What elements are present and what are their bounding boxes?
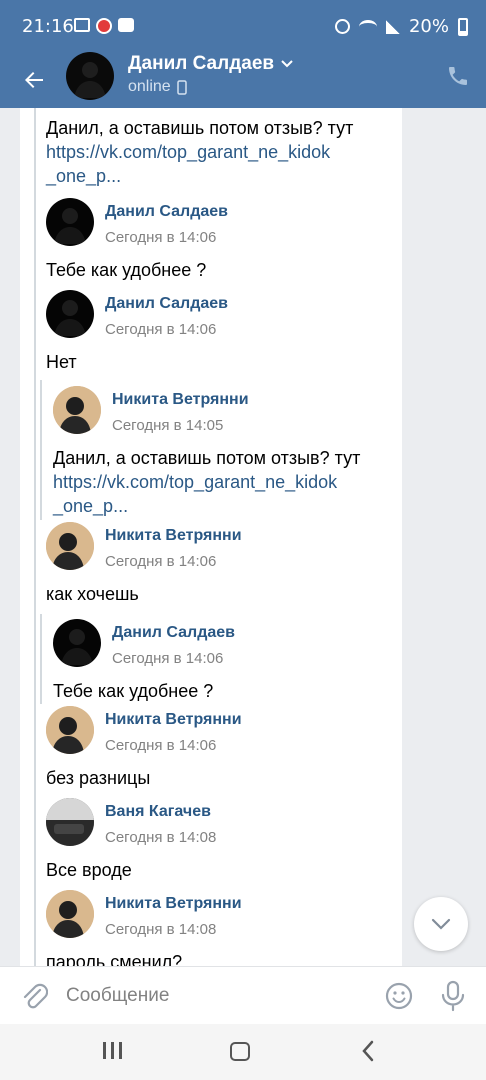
recent-apps-button[interactable] bbox=[103, 1042, 122, 1059]
message-composer bbox=[0, 966, 486, 1024]
contact-name: Данил Салдаев bbox=[128, 53, 275, 74]
message-link[interactable]: https://vk.com/top_garant_ne_kidok bbox=[46, 140, 386, 164]
message-author[interactable]: Ваня Кагачев bbox=[105, 803, 216, 821]
emoji-button[interactable] bbox=[384, 981, 414, 1016]
scroll-down-button[interactable] bbox=[414, 897, 468, 951]
contact-name-button[interactable]: Данил Салдаев bbox=[128, 53, 294, 75]
message-header: Никита Ветрянни Сегодня в 14:06 bbox=[46, 522, 242, 570]
message-header: Никита Ветрянни Сегодня в 14:08 bbox=[46, 890, 242, 938]
message-time: Сегодня в 14:06 bbox=[105, 553, 217, 570]
avatar[interactable] bbox=[46, 290, 94, 338]
battery-percent: 20% bbox=[408, 16, 449, 37]
youtube-notification-icon bbox=[118, 18, 134, 32]
back-button[interactable] bbox=[16, 62, 52, 98]
avatar[interactable] bbox=[66, 52, 114, 100]
avatar[interactable] bbox=[46, 522, 94, 570]
avatar[interactable] bbox=[46, 198, 94, 246]
message-text: Все вроде bbox=[46, 860, 132, 880]
voice-message-button[interactable] bbox=[440, 980, 466, 1017]
message-time: Сегодня в 14:08 bbox=[105, 829, 217, 846]
avatar[interactable] bbox=[46, 798, 94, 846]
home-button[interactable] bbox=[230, 1042, 250, 1061]
battery-icon bbox=[458, 17, 468, 36]
message-author[interactable]: Данил Салдаев bbox=[112, 624, 235, 642]
online-status: online bbox=[128, 78, 171, 95]
chevron-left-icon bbox=[362, 1040, 374, 1062]
paperclip-icon bbox=[23, 983, 49, 1009]
message-time: Сегодня в 14:06 bbox=[105, 737, 217, 754]
message-link[interactable]: https://vk.com/top_garant_ne_kidok bbox=[53, 470, 393, 494]
message-time: Сегодня в 14:06 bbox=[112, 650, 224, 667]
message-header: Данил Салдаев Сегодня в 14:06 bbox=[46, 290, 228, 338]
forward-line bbox=[40, 380, 42, 520]
forwarded-message-header: Данил Салдаев Сегодня в 14:06 bbox=[53, 619, 235, 667]
message-header: Никита Ветрянни Сегодня в 14:06 bbox=[46, 706, 242, 754]
message-text: Данил, а оставишь потом отзыв? тут https… bbox=[53, 446, 393, 518]
mobile-phone-icon bbox=[176, 79, 187, 95]
message-time: Сегодня в 14:08 bbox=[105, 921, 217, 938]
message-link-continuation[interactable]: _one_p... bbox=[53, 494, 393, 518]
avatar[interactable] bbox=[53, 619, 101, 667]
smile-icon bbox=[385, 982, 413, 1010]
phone-icon bbox=[449, 67, 467, 85]
message-link-continuation[interactable]: _one_p... bbox=[46, 164, 386, 188]
message-author[interactable]: Данил Салдаев bbox=[105, 203, 228, 221]
message-text: Данил, а оставишь потом отзыв? тут https… bbox=[46, 116, 386, 188]
app-notification-icon bbox=[96, 18, 112, 34]
chevron-down-icon bbox=[431, 918, 451, 930]
forwarded-message-header: Никита Ветрянни Сегодня в 14:05 bbox=[53, 386, 249, 434]
forward-line bbox=[40, 614, 42, 704]
signal-icon bbox=[385, 19, 400, 34]
message-text: Тебе как удобнее ? bbox=[46, 260, 207, 280]
message-header: Ваня Кагачев Сегодня в 14:08 bbox=[46, 798, 216, 846]
message-text: Тебе как удобнее ? bbox=[53, 681, 214, 701]
message-header: Данил Салдаев Сегодня в 14:06 bbox=[46, 198, 228, 246]
status-time: 21:16 bbox=[22, 16, 74, 37]
message-time: Сегодня в 14:06 bbox=[105, 321, 217, 338]
avatar[interactable] bbox=[53, 386, 101, 434]
gallery-notification-icon bbox=[74, 18, 90, 32]
alarm-icon bbox=[334, 19, 350, 34]
message-author[interactable]: Никита Ветрянни bbox=[105, 711, 242, 729]
avatar[interactable] bbox=[46, 706, 94, 754]
attach-button[interactable] bbox=[20, 981, 49, 1016]
wifi-icon bbox=[358, 19, 377, 34]
message-text: пароль сменил? bbox=[46, 952, 183, 966]
message-text: Нет bbox=[46, 352, 77, 372]
arrow-left-icon bbox=[25, 72, 43, 88]
message-author[interactable]: Никита Ветрянни bbox=[105, 895, 242, 913]
system-back-button[interactable] bbox=[361, 1040, 375, 1067]
message-author[interactable]: Никита Ветрянни bbox=[105, 527, 242, 545]
message-text: как хочешь bbox=[46, 584, 139, 604]
microphone-icon bbox=[441, 980, 465, 1012]
avatar[interactable] bbox=[46, 890, 94, 938]
chat-header: Данил Салдаев online bbox=[0, 52, 486, 108]
message-time: Сегодня в 14:05 bbox=[112, 417, 224, 434]
message-input[interactable] bbox=[66, 979, 366, 1013]
message-author[interactable]: Данил Салдаев bbox=[105, 295, 228, 313]
chevron-down-icon bbox=[281, 60, 293, 68]
message-text: без разницы bbox=[46, 768, 151, 788]
forward-line bbox=[34, 108, 36, 966]
status-bar: 21:16 20% bbox=[0, 0, 486, 52]
message-list[interactable]: Данил, а оставишь потом отзыв? тут https… bbox=[20, 108, 402, 966]
message-author[interactable]: Никита Ветрянни bbox=[112, 391, 249, 409]
call-button[interactable] bbox=[446, 64, 470, 93]
message-time: Сегодня в 14:06 bbox=[105, 229, 217, 246]
system-nav-bar bbox=[0, 1024, 486, 1080]
